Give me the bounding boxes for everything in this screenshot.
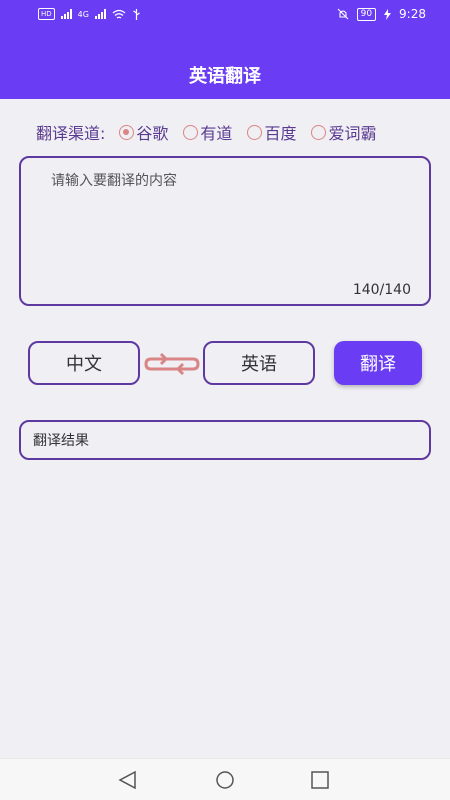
page-title: 英语翻译 (189, 66, 261, 87)
recents-square-icon[interactable] (308, 769, 332, 791)
channel-option-baidu[interactable]: 百度 (247, 120, 296, 144)
source-language-button[interactable]: 中文 (28, 341, 140, 385)
channel-option-label: 百度 (264, 124, 297, 143)
system-nav-bar (0, 758, 450, 800)
source-text-box: 140/140 (19, 156, 431, 306)
network-type: 4G (77, 9, 89, 19)
channel-option-label: 爱词霸 (328, 124, 377, 143)
signal-icon (60, 9, 72, 19)
home-circle-icon[interactable] (213, 769, 237, 791)
usb-icon (133, 8, 140, 20)
channel-option-label: 谷歌 (136, 124, 169, 143)
swap-arrows-icon[interactable] (143, 348, 201, 380)
translate-button[interactable]: 翻译 (334, 341, 422, 385)
radio-icon[interactable] (311, 124, 327, 140)
result-placeholder: 翻译结果 (33, 433, 89, 449)
status-bar: HD 4G 90 9:28 (0, 0, 450, 30)
charging-icon (384, 8, 392, 20)
wifi-icon (112, 9, 126, 19)
channel-option-youdao[interactable]: 有道 (183, 120, 232, 144)
radio-icon[interactable] (183, 124, 199, 140)
radio-icon[interactable] (247, 124, 263, 140)
channel-option-label: 有道 (200, 124, 233, 143)
target-language-button[interactable]: 英语 (203, 341, 315, 385)
source-text-input[interactable] (51, 170, 411, 270)
mute-bell-icon (337, 8, 348, 20)
result-box: 翻译结果 (19, 420, 431, 460)
signal-icon-2 (94, 9, 106, 19)
hd-badge: HD (38, 8, 55, 20)
channel-selector: 翻译渠道: 谷歌 有道 百度 爱词霸 (36, 120, 391, 144)
battery-indicator: 90 (356, 7, 377, 21)
clock: 9:28 (399, 7, 426, 21)
char-counter: 140/140 (352, 282, 411, 298)
back-triangle-icon[interactable] (116, 769, 140, 791)
app-bar: HD 4G 90 9:28 英语翻译 (0, 0, 450, 99)
channel-label: 翻译渠道: (36, 124, 106, 143)
channel-option-iciba[interactable]: 爱词霸 (311, 120, 376, 144)
radio-selected-icon[interactable] (119, 124, 135, 140)
channel-option-google[interactable]: 谷歌 (119, 120, 168, 144)
